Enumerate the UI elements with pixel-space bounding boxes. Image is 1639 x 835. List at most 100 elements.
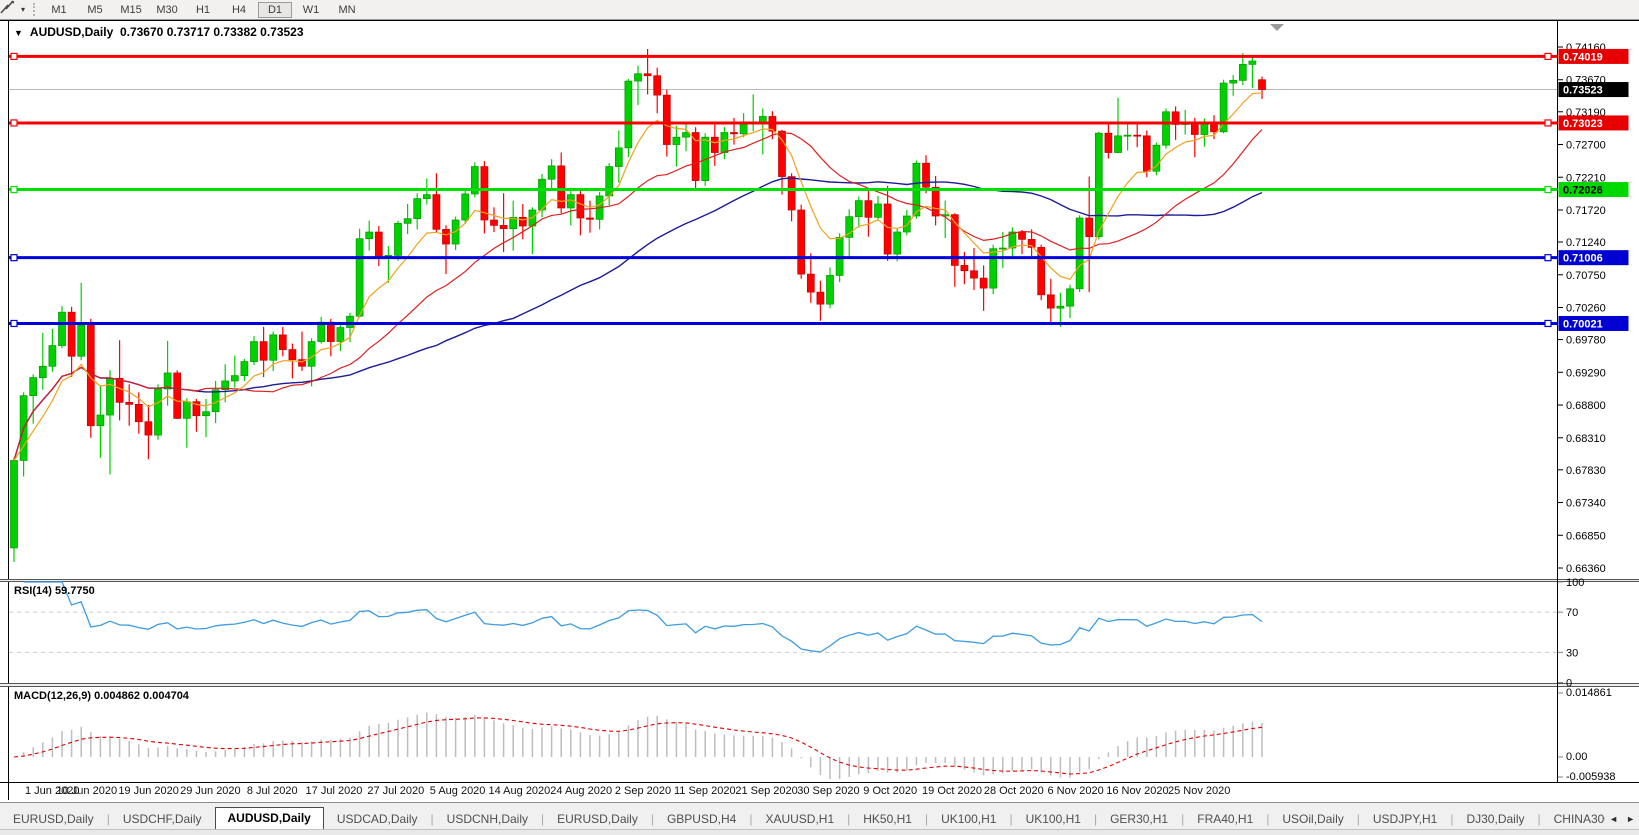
candle-body (30, 378, 37, 396)
candle-body (923, 163, 930, 187)
candle-body (683, 132, 690, 137)
time-axis: 1 Jun 202010 Jun 202019 Jun 202029 Jun 2… (25, 785, 1230, 797)
hline-handle[interactable] (11, 320, 17, 326)
candle-body (721, 132, 728, 152)
candle-body (1249, 61, 1256, 64)
candle-body (1019, 232, 1026, 239)
rsi-tick-label: 70 (1566, 607, 1578, 619)
candle-body (1239, 64, 1246, 80)
candle-body (625, 81, 632, 148)
candle-body (587, 218, 594, 219)
current-price-label-text: 0.73523 (1563, 85, 1603, 97)
price-label-0.71006-text: 0.71006 (1563, 253, 1603, 265)
candle-body (308, 342, 315, 367)
candle-body (1047, 295, 1054, 308)
timeframe-m30[interactable]: M30 (150, 2, 184, 18)
candle-body (462, 194, 469, 220)
macd-tick-label: 0.00 (1566, 751, 1587, 763)
candle-body (635, 74, 642, 81)
hline-handle[interactable] (11, 255, 17, 261)
timeframe-m15[interactable]: M15 (114, 2, 148, 18)
chart-title: ▼AUDUSD,Daily 0.73670 0.73717 0.73382 0.… (14, 25, 304, 39)
candle-body (1230, 80, 1237, 83)
timeframe-w1[interactable]: W1 (294, 2, 328, 18)
date-label: 29 Jun 2020 (180, 785, 241, 797)
date-label: 25 Nov 2020 (1168, 785, 1230, 797)
chart-tools-caret-icon[interactable]: ▾ (21, 5, 25, 14)
candle-body (548, 166, 555, 179)
date-label: 10 Jun 2020 (57, 785, 118, 797)
timeframe-m1[interactable]: M1 (42, 2, 76, 18)
candle-body (270, 335, 277, 360)
candle-body (1057, 306, 1064, 308)
candle-body (135, 404, 142, 421)
candle-body (443, 229, 450, 244)
candle-body (423, 195, 430, 199)
macd-main-value: 0.004862 (94, 690, 140, 702)
price-tick-label: 0.70750 (1566, 270, 1606, 282)
candle-body (433, 195, 440, 230)
hline-handle[interactable] (1545, 53, 1551, 59)
price-tick-label: 0.69290 (1566, 367, 1606, 379)
candle-body (1076, 218, 1083, 289)
candle-body (788, 177, 795, 210)
candle-body (1105, 133, 1112, 152)
toolbar-grip[interactable] (33, 3, 35, 16)
macd-name: MACD(12,26,9) (14, 690, 91, 702)
chart-canvas[interactable]: 0.741600.736700.731900.727000.722100.717… (0, 0, 1639, 834)
date-label: 19 Jun 2020 (118, 785, 179, 797)
timeframe-mn[interactable]: MN (330, 2, 364, 18)
date-label: 16 Nov 2020 (1106, 785, 1168, 797)
candle-body (337, 328, 344, 342)
candle-body (126, 402, 133, 404)
hline-handle[interactable] (11, 53, 17, 59)
price-tick-label: 0.71240 (1566, 237, 1606, 249)
chart-tools-icon[interactable] (2, 2, 20, 18)
candle-body (999, 248, 1006, 249)
hline-handle[interactable] (11, 120, 17, 126)
timeframe-h1[interactable]: H1 (186, 2, 220, 18)
price-tick-label: 0.71720 (1566, 205, 1606, 217)
date-label: 14 Aug 2020 (489, 785, 551, 797)
candle-body (491, 220, 498, 225)
date-label: 5 Aug 2020 (430, 785, 486, 797)
candle-body (731, 132, 738, 133)
hline-handle[interactable] (1545, 255, 1551, 261)
candle-body (145, 422, 152, 435)
candle-body (1134, 135, 1141, 136)
date-label: 9 Oct 2020 (863, 785, 917, 797)
hline-handle[interactable] (1545, 120, 1551, 126)
candle-body (1067, 289, 1074, 306)
candle-body (164, 373, 171, 389)
timeframe-h4[interactable]: H4 (222, 2, 256, 18)
rsi-value: 59.7750 (55, 585, 95, 597)
candle-body (78, 325, 85, 356)
candle-body (827, 275, 834, 304)
date-label: 6 Nov 2020 (1047, 785, 1103, 797)
hline-handle[interactable] (1545, 320, 1551, 326)
timeframe-m5[interactable]: M5 (78, 2, 112, 18)
candle-body (203, 412, 210, 416)
candle-body (663, 95, 670, 144)
candle-body (289, 350, 296, 360)
candle-body (500, 225, 507, 228)
chart-menu-caret-icon[interactable]: ▼ (14, 28, 23, 38)
candle-body (251, 342, 258, 362)
hline-handle[interactable] (1545, 187, 1551, 193)
price-tick-label: 0.66360 (1566, 563, 1606, 575)
candle-body (183, 402, 190, 419)
rsi-name: RSI(14) (14, 585, 52, 597)
candle-body (318, 322, 325, 341)
hline-handle[interactable] (11, 187, 17, 193)
date-label: 21 Sep 2020 (735, 785, 797, 797)
ohlc-close: 0.73523 (260, 25, 303, 39)
candle-body (740, 123, 747, 134)
candle-body (347, 316, 354, 327)
chart-symbol-label: AUDUSD,Daily (30, 25, 113, 39)
candle-body (404, 219, 411, 224)
price-tick-label: 0.72700 (1566, 140, 1606, 152)
candle-body (1163, 112, 1170, 145)
candle-body (155, 389, 162, 435)
timeframe-d1[interactable]: D1 (258, 2, 292, 18)
candle-body (961, 265, 968, 270)
